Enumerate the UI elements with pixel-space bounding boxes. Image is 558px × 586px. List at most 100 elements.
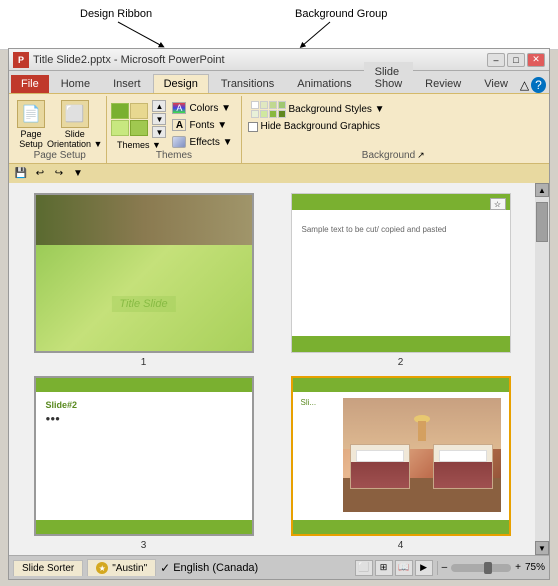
scroll-track[interactable] — [535, 197, 549, 541]
slide-number-1: 1 — [141, 357, 147, 368]
slide3-top-bar — [36, 378, 252, 392]
themes-button[interactable]: ▲ ▼ ▼ Themes ▼ — [111, 100, 166, 150]
tab-design[interactable]: Design — [153, 74, 209, 93]
zoom-thumb — [484, 562, 492, 574]
slide4-bottom-bar — [293, 520, 509, 534]
hide-background-checkbox[interactable] — [248, 122, 258, 132]
slide4-title: Sli... — [301, 398, 317, 407]
zoom-slider[interactable] — [451, 564, 511, 572]
reading-view-button[interactable]: 📖 — [395, 560, 413, 576]
language-label: English (Canada) — [173, 562, 258, 574]
status-right: ⬜ ⊞ 📖 ▶ – + 75% — [355, 560, 545, 576]
window-title: Title Slide2.pptx - Microsoft PowerPoint — [33, 54, 225, 66]
slide-number-2: 2 — [398, 357, 404, 368]
themes-label: Themes ▼ — [117, 140, 161, 150]
slide1-title: Title Slide — [111, 296, 175, 312]
scroll-up-button[interactable]: ▲ — [535, 183, 549, 197]
theme-more[interactable]: ▼ — [152, 126, 166, 138]
group-themes: ▲ ▼ ▼ Themes ▼ A Colors ▼ — [107, 96, 241, 163]
slide1-header — [36, 195, 252, 245]
effects-button[interactable]: Effects ▼ — [168, 134, 236, 150]
page-setup-button[interactable]: 📄 PageSetup — [17, 100, 45, 150]
slide2-star: ☆ — [490, 198, 506, 210]
tab-slideshow[interactable]: Slide Show — [364, 62, 414, 93]
status-divider — [437, 561, 438, 575]
qa-undo[interactable]: ↩ — [32, 166, 48, 182]
title-bar: P Title Slide2.pptx - Microsoft PowerPoi… — [9, 49, 549, 71]
status-bar: Slide Sorter ★ "Austin" ✓ English (Canad… — [9, 555, 549, 579]
maximize-button[interactable]: □ — [507, 53, 525, 67]
annotation-area: Design Ribbon Background Group — [0, 0, 558, 50]
tab-file[interactable]: File — [11, 75, 49, 93]
tab-home[interactable]: Home — [50, 74, 101, 93]
qa-dropdown[interactable]: ▼ — [70, 166, 86, 182]
annotation-arrows — [0, 0, 558, 50]
background-group-expand[interactable]: ↗ — [417, 150, 425, 161]
tab-animations[interactable]: Animations — [286, 74, 362, 93]
tab-transitions[interactable]: Transitions — [210, 74, 285, 93]
slide-thumbnail-3[interactable]: Slide#2 ●●● — [34, 376, 254, 536]
austin-theme-tab[interactable]: ★ "Austin" — [87, 559, 156, 576]
slide-sorter-label: Slide Sorter — [22, 563, 74, 574]
group-background: Background Styles ▼ Hide Background Grap… — [242, 96, 546, 163]
spell-check: ✓ English (Canada) — [160, 561, 258, 575]
theme-scroll-up[interactable]: ▲ — [152, 100, 166, 112]
slide-sorter-view-button[interactable]: ⊞ — [375, 560, 393, 576]
background-styles-button[interactable]: Background Styles ▼ — [248, 100, 388, 119]
normal-view-button[interactable]: ⬜ — [355, 560, 373, 576]
slide-thumbnail-4[interactable]: Sli... — [291, 376, 511, 536]
content-area: Title Slide 1 Sample text to be cut/ cop… — [9, 183, 549, 555]
quick-access-toolbar: 💾 ↩ ↪ ▼ — [9, 163, 549, 183]
help-icon[interactable]: △ — [520, 78, 529, 92]
slide-orientation-button[interactable]: ⬜ SlideOrientation ▼ — [47, 100, 102, 150]
slide-container-2: Sample text to be cut/ copied and pasted… — [276, 193, 525, 368]
page-setup-group-label: Page Setup — [34, 150, 86, 161]
slide3-bullets: ●●● — [46, 414, 61, 423]
window-controls: – □ ✕ — [487, 53, 545, 67]
slide-thumbnail-2[interactable]: Sample text to be cut/ copied and pasted… — [291, 193, 511, 353]
close-button[interactable]: ✕ — [527, 53, 545, 67]
colors-button[interactable]: A Colors ▼ — [168, 100, 236, 116]
fonts-button[interactable]: A Fonts ▼ — [168, 117, 236, 133]
austin-icon: ★ — [96, 562, 108, 574]
slide-container-3: Slide#2 ●●● 3 — [19, 376, 268, 551]
tab-review[interactable]: Review — [414, 74, 472, 93]
tab-insert[interactable]: Insert — [102, 74, 152, 93]
question-icon[interactable]: ? — [531, 77, 546, 93]
slide-number-3: 3 — [141, 540, 147, 551]
austin-theme-label: "Austin" — [112, 563, 147, 574]
zoom-minus[interactable]: – — [442, 562, 448, 573]
slide4-top-bar — [293, 378, 509, 392]
slide-number-4: 4 — [398, 540, 404, 551]
slide2-top-bar — [292, 194, 510, 210]
hide-background-label: Hide Background Graphics — [261, 121, 381, 132]
minimize-button[interactable]: – — [487, 53, 505, 67]
ribbon-tab-bar: File Home Insert Design Transitions Anim… — [9, 71, 549, 93]
theme-options: A Colors ▼ A Fonts ▼ Effects ▼ — [168, 100, 236, 150]
slide-sorter-tab[interactable]: Slide Sorter — [13, 560, 83, 576]
checkmark-icon: ✓ — [160, 561, 170, 575]
slide2-text: Sample text to be cut/ copied and pasted — [302, 224, 447, 235]
slide-thumbnail-1[interactable]: Title Slide — [34, 193, 254, 353]
group-page-setup: 📄 PageSetup ⬜ SlideOrientation ▼ Page Se… — [13, 96, 107, 163]
slide4-photo — [343, 398, 501, 512]
scroll-thumb[interactable] — [536, 202, 548, 242]
slideshow-view-button[interactable]: ▶ — [415, 560, 433, 576]
slide3-bottom-bar — [36, 520, 252, 534]
qa-redo[interactable]: ↪ — [51, 166, 67, 182]
themes-group-label: Themes — [156, 150, 192, 161]
slide2-bottom-bar — [292, 336, 510, 352]
tab-view[interactable]: View — [473, 74, 519, 93]
powerpoint-window: P Title Slide2.pptx - Microsoft PowerPoi… — [8, 48, 550, 580]
slide-container-4: Sli... — [276, 376, 525, 551]
background-group-label: Background — [362, 150, 415, 161]
zoom-plus[interactable]: + — [515, 562, 521, 573]
slide-container-1: Title Slide 1 — [19, 193, 268, 368]
view-buttons: ⬜ ⊞ 📖 ▶ — [355, 560, 433, 576]
slide3-title: Slide#2 — [46, 400, 78, 410]
scroll-down-button[interactable]: ▼ — [535, 541, 549, 555]
theme-scroll-down[interactable]: ▼ — [152, 113, 166, 125]
vertical-scrollbar: ▲ ▼ — [535, 183, 549, 555]
app-icon: P — [13, 52, 29, 68]
qa-save[interactable]: 💾 — [13, 166, 29, 182]
